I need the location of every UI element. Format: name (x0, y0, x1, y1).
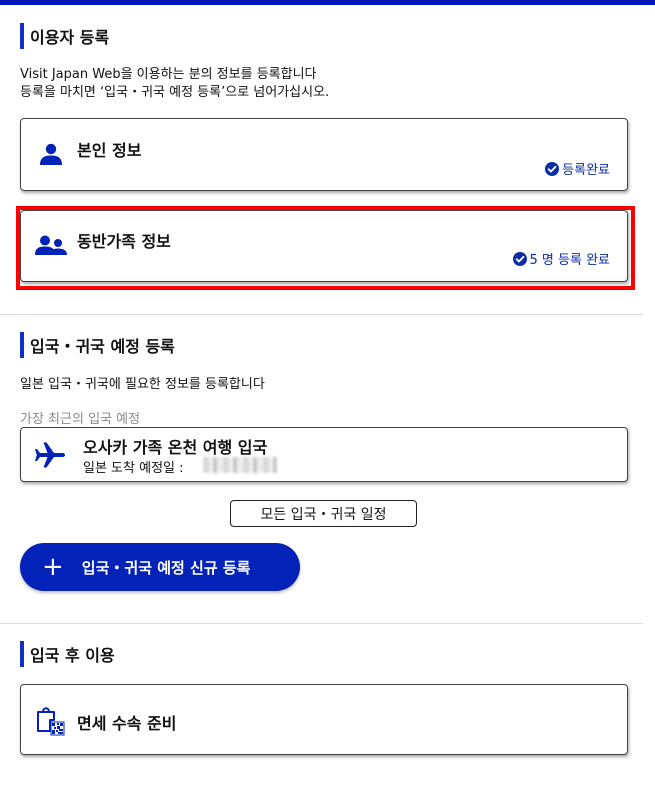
section-divider (0, 623, 643, 624)
top-accent-bar (0, 0, 655, 5)
personal-info-status: 등록완료 (545, 159, 610, 178)
tax-free-title: 면세 수속 준비 (77, 714, 177, 733)
trip-date-label: 일본 도착 예정일 : (83, 461, 184, 476)
shopping-bag-qr-icon (37, 707, 65, 736)
personal-info-title: 본인 정보 (77, 141, 142, 160)
heading-marker (20, 23, 24, 49)
heading-marker (20, 332, 24, 358)
airplane-icon (35, 442, 65, 468)
after-entry-heading: 입국 후 이용 (20, 641, 115, 667)
description-line-1: Visit Japan Web을 이용하는 분의 정보를 등록합니다 (20, 67, 317, 82)
user-registration-title: 이용자 등록 (30, 28, 110, 47)
recent-trip-card[interactable]: 오사카 가족 온천 여행 입국 일본 도착 예정일 : (20, 427, 628, 482)
companion-info-status-text: 5 명 등록 완료 (529, 253, 610, 268)
new-registration-button[interactable]: + 입국・귀국 예정 신규 등록 (20, 543, 300, 591)
entry-registration-heading: 입국・귀국 예정 등록 (20, 332, 175, 358)
redacted-date (203, 457, 277, 473)
section-divider (0, 314, 643, 315)
description-line-2: 등록을 마치면 ‘입국・귀국 예정 등록’으로 넘어가십시오. (20, 85, 330, 100)
companion-info-card[interactable]: 동반가족 정보 5 명 등록 완료 (20, 210, 628, 282)
companion-info-title: 동반가족 정보 (77, 232, 171, 251)
person-icon (40, 143, 62, 165)
plus-icon: + (42, 552, 64, 582)
entry-registration-title: 입국・귀국 예정 등록 (30, 337, 175, 356)
trip-title: 오사카 가족 온천 여행 입국 (83, 438, 268, 457)
check-circle-icon (545, 161, 560, 176)
user-registration-description: Visit Japan Web을 이용하는 분의 정보를 등록합니다 등록을 마… (20, 66, 329, 102)
personal-info-card[interactable]: 본인 정보 등록완료 (20, 118, 628, 191)
entry-registration-description: 일본 입국・귀국에 필요한 정보를 등록합니다 (20, 377, 265, 392)
all-schedules-button[interactable]: 모든 입국・귀국 일정 (230, 500, 417, 527)
heading-marker (20, 641, 24, 667)
companion-info-status: 5 명 등록 완료 (512, 249, 610, 268)
after-entry-title: 입국 후 이용 (30, 646, 115, 665)
tax-free-card[interactable]: 면세 수속 준비 (20, 684, 628, 755)
new-registration-label: 입국・귀국 예정 신규 등록 (81, 558, 251, 577)
group-icon (35, 235, 67, 255)
check-circle-icon (512, 251, 527, 266)
personal-info-status-text: 등록완료 (562, 163, 610, 178)
user-registration-heading: 이용자 등록 (20, 23, 109, 49)
recent-entry-label: 가장 최근의 입국 예정 (20, 412, 141, 427)
